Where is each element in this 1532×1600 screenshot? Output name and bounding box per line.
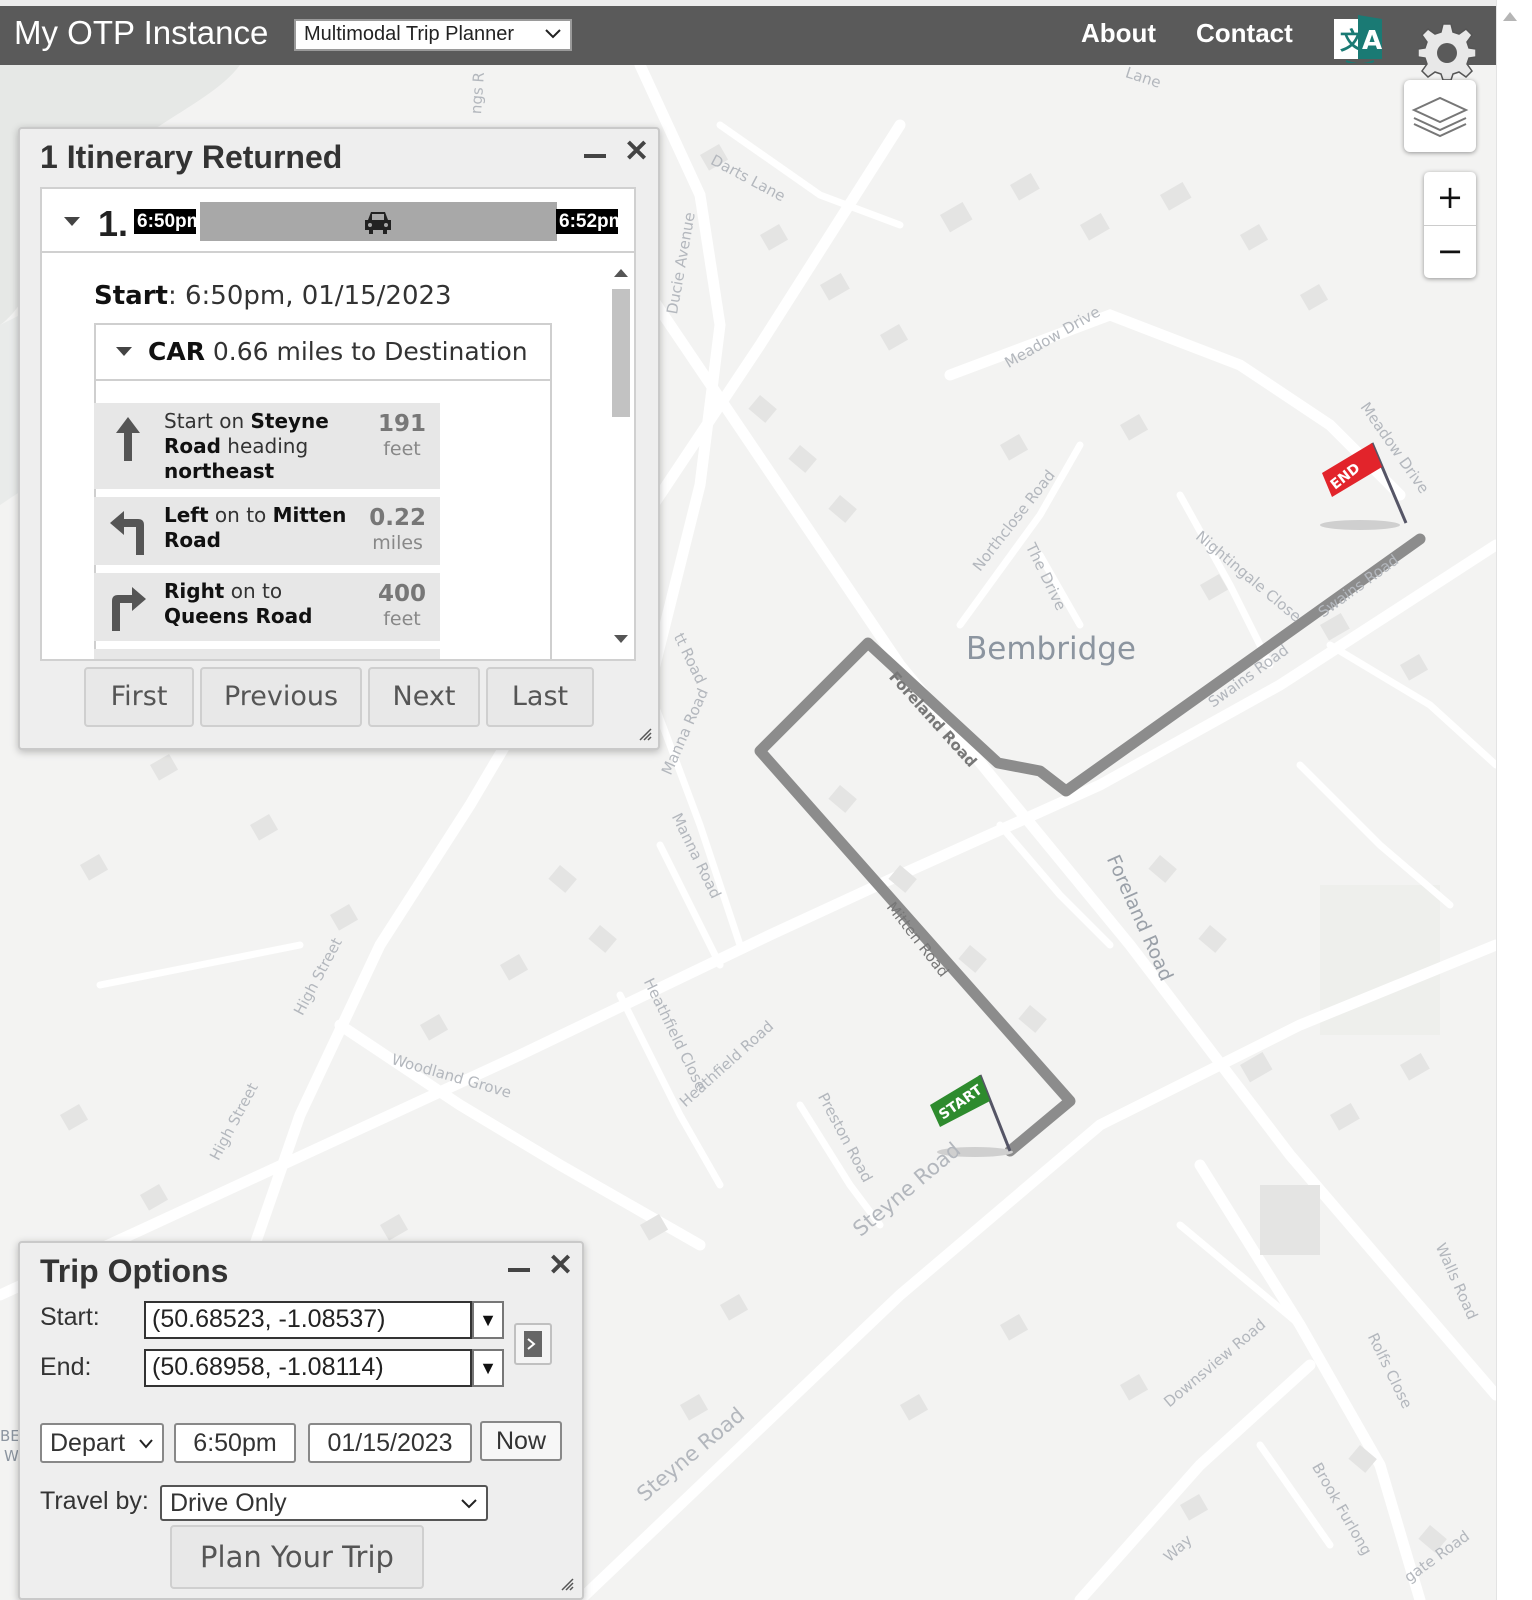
direction-step[interactable]: Start on Steyne Road heading northeast 1… <box>94 403 440 489</box>
leg-distance: 0.66 miles to Destination <box>204 337 528 366</box>
chevron-down-icon <box>139 1439 153 1449</box>
step-distance: 400 feet <box>377 581 426 630</box>
direction-step[interactable]: Left on to Mitten Road 0.22 miles <box>94 497 440 565</box>
layers-icon <box>1411 96 1469 138</box>
nav-contact-link[interactable]: Contact <box>1196 18 1293 49</box>
depart-time-tag: 6:50pm <box>134 209 196 234</box>
app-window: START END Darts Lane Ducie Avenue Meadow… <box>0 0 1532 1600</box>
arrow-up-icon <box>116 417 140 461</box>
direction-step[interactable]: Right on to Queens Road 400 feet <box>94 573 440 641</box>
chevron-down-icon <box>545 29 561 39</box>
date-input[interactable]: 01/15/2023 <box>308 1423 472 1463</box>
first-button[interactable]: First <box>84 667 194 727</box>
minimize-icon[interactable] <box>584 154 606 158</box>
swap-icon <box>524 1331 542 1357</box>
start-dropdown-button[interactable]: ▼ <box>472 1301 504 1339</box>
itinerary-card: 1. 6:50pm 6:52pm Start: 6:50pm, 01/15/20… <box>40 187 636 661</box>
direction-step-partial[interactable] <box>94 649 440 659</box>
scroll-up-arrow-icon[interactable] <box>614 269 628 277</box>
resize-grip-icon[interactable] <box>638 727 652 741</box>
step-distance: 191 feet <box>377 411 426 460</box>
edge-label: W <box>4 1447 19 1465</box>
chevron-down-icon <box>461 1499 477 1509</box>
itinerary-panel: 1 Itinerary Returned ✕ 1. 6:50pm 6:52pm <box>18 127 660 750</box>
travel-mode-select[interactable]: Drive Only <box>160 1485 488 1521</box>
car-leg-header[interactable]: CAR 0.66 miles to Destination <box>96 325 550 381</box>
itinerary-details[interactable]: Start: 6:50pm, 01/15/2023 CAR 0.66 miles… <box>42 255 634 659</box>
close-icon[interactable]: ✕ <box>548 1251 573 1281</box>
collapse-triangle-icon[interactable] <box>64 217 80 226</box>
end-field-label: End: <box>40 1353 92 1381</box>
scroll-thumb[interactable] <box>612 289 630 417</box>
turn-left-icon <box>110 511 144 555</box>
trip-options-title: Trip Options <box>40 1253 229 1289</box>
edge-label: BE <box>0 1427 20 1445</box>
itinerary-number: 1. <box>98 203 129 244</box>
zoom-out-button[interactable]: − <box>1424 226 1476 279</box>
leg-mode: CAR <box>148 337 205 366</box>
close-icon[interactable]: ✕ <box>624 137 649 167</box>
swap-locations-button[interactable] <box>514 1323 552 1365</box>
step-instruction: Right on to Queens Road <box>164 579 313 628</box>
start-datetime: : 6:50pm, 01/15/2023 <box>167 281 452 311</box>
app-title[interactable]: My OTP Instance <box>14 14 268 52</box>
window-scrollbar[interactable] <box>1496 0 1532 1600</box>
depart-arrive-select[interactable]: Depart <box>40 1423 164 1463</box>
zoom-in-button[interactable]: + <box>1424 172 1476 225</box>
start-field-label: Start: <box>40 1303 100 1331</box>
planner-mode-value: Multimodal Trip Planner <box>304 23 515 45</box>
start-label: Start <box>94 281 168 311</box>
layers-button[interactable] <box>1404 80 1476 152</box>
step-instruction: Left on to Mitten Road <box>164 503 347 552</box>
travel-by-label: Travel by: <box>40 1487 149 1515</box>
plan-trip-button[interactable]: Plan Your Trip <box>170 1525 424 1589</box>
itinerary-start-line: Start: 6:50pm, 01/15/2023 <box>94 281 452 311</box>
top-navbar: My OTP Instance Multimodal Trip Planner … <box>0 6 1496 80</box>
scroll-down-arrow-icon[interactable] <box>614 635 628 643</box>
travel-mode-value: Drive Only <box>170 1489 287 1517</box>
street-label: ngs R <box>467 71 488 115</box>
collapse-triangle-icon[interactable] <box>116 347 132 356</box>
itinerary-panel-title: 1 Itinerary Returned <box>40 139 343 175</box>
nav-about-link[interactable]: About <box>1081 18 1156 49</box>
planner-mode-select[interactable]: Multimodal Trip Planner <box>294 19 572 51</box>
gear-icon[interactable] <box>1418 22 1476 80</box>
previous-button[interactable]: Previous <box>200 667 362 727</box>
itinerary-scrollbar[interactable] <box>608 255 634 659</box>
zoom-control: + − <box>1424 172 1476 278</box>
car-leg-summary: CAR 0.66 miles to Destination <box>148 337 528 366</box>
turn-right-icon <box>112 587 146 631</box>
now-button[interactable]: Now <box>480 1421 562 1461</box>
car-icon <box>365 212 391 234</box>
end-location-input[interactable]: (50.68958, -1.08114) <box>144 1349 472 1387</box>
start-location-input[interactable]: (50.68523, -1.08537) <box>144 1301 472 1339</box>
trip-options-panel: Trip Options ✕ Start: (50.68523, -1.0853… <box>18 1241 584 1600</box>
time-input[interactable]: 6:50pm <box>174 1423 296 1463</box>
town-label: Bembridge <box>966 631 1137 667</box>
last-button[interactable]: Last <box>486 667 594 727</box>
language-icon[interactable]: 文 A <box>1332 13 1388 63</box>
next-button[interactable]: Next <box>368 667 480 727</box>
svg-text:A: A <box>1362 26 1382 56</box>
itinerary-header[interactable]: 1. 6:50pm 6:52pm <box>42 189 634 253</box>
arrive-time-tag: 6:52pm <box>556 209 618 234</box>
resize-grip-icon[interactable] <box>560 1577 574 1591</box>
minimize-icon[interactable] <box>508 1268 530 1272</box>
end-dropdown-button[interactable]: ▼ <box>472 1349 504 1387</box>
trip-timeline-bar <box>200 202 557 241</box>
depart-arrive-value: Depart <box>50 1429 126 1457</box>
scroll-up-arrow-icon[interactable] <box>1503 12 1517 21</box>
step-distance: 0.22 miles <box>369 505 426 554</box>
step-instruction: Start on Steyne Road heading northeast <box>164 409 329 483</box>
